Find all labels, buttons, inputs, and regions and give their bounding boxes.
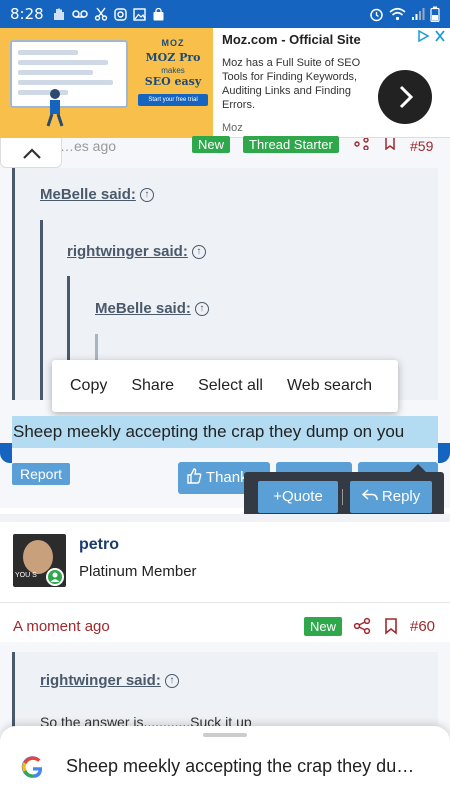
bookmark-icon[interactable] <box>384 138 396 150</box>
report-button[interactable]: Report <box>12 463 70 485</box>
selected-post-text[interactable]: Sheep meekly accepting the crap they dum… <box>12 416 438 448</box>
ad-image-brand: MOZ <box>161 38 185 48</box>
sheet-drag-handle[interactable] <box>203 733 247 737</box>
quote-author-link[interactable]: MeBelle said: ↑ <box>40 186 154 203</box>
reply-arrow-icon <box>361 489 378 501</box>
post-time-partial: …es ago <box>60 138 117 154</box>
username[interactable]: petro <box>79 536 119 554</box>
quote-author-link[interactable]: rightwinger said: ↑ <box>67 243 206 260</box>
arrow-up-circle-icon[interactable]: ↑ <box>194 302 209 317</box>
thumbs-up-icon <box>187 468 202 484</box>
ad-source: Moz <box>222 122 243 134</box>
web-search-menu-item[interactable]: Web search <box>287 377 372 395</box>
adchoices-icon[interactable] <box>417 29 447 43</box>
new-badge: New <box>304 617 343 636</box>
arrow-up-circle-icon[interactable]: ↑ <box>139 188 154 203</box>
ad-title[interactable]: Moz.com - Official Site <box>222 32 361 47</box>
ad-choices-icons[interactable] <box>417 29 447 46</box>
google-icon <box>21 756 43 778</box>
online-status-icon <box>46 568 64 586</box>
post-divider <box>0 514 450 522</box>
ad-description[interactable]: Moz has a Full Suite of SEO Tools for Fi… <box>222 56 382 112</box>
reply-button[interactable]: Reply <box>350 481 432 513</box>
bookmark-icon[interactable] <box>382 617 400 635</box>
ad-image[interactable]: MOZ MOZ Pro makes SEO easy Start your fr… <box>0 28 213 138</box>
share-icon[interactable] <box>354 138 370 150</box>
text-selection-menu: Copy Share Select all Web search <box>52 360 398 412</box>
quote-author-link[interactable]: rightwinger said: ↑ <box>40 672 179 689</box>
ad-person-illustration <box>46 89 64 127</box>
user-card: YOU S petro Platinum Member <box>0 522 450 602</box>
avatar-caption: YOU S <box>15 572 37 579</box>
google-search-query[interactable]: Sheep meekly accepting the crap they du… <box>66 756 414 777</box>
ad-image-cta[interactable]: Start your free trial <box>138 94 208 106</box>
alarm-icon <box>370 8 383 21</box>
chevron-right-icon <box>399 85 414 109</box>
share-menu-item[interactable]: Share <box>131 377 174 395</box>
instagram-icon <box>113 7 127 21</box>
quote-button[interactable]: +Quote <box>258 481 338 513</box>
ad-image-tagline: SEO easy <box>144 75 202 88</box>
post-meta-bar: A moment ago New #60 <box>0 602 450 642</box>
thread-starter-badge: Thread Starter <box>243 136 339 153</box>
collapse-ad-button[interactable] <box>0 138 62 168</box>
bag-icon <box>153 7 164 20</box>
copy-menu-item[interactable]: Copy <box>70 377 107 395</box>
wifi-icon <box>389 7 406 21</box>
voicemail-icon <box>71 10 88 18</box>
post-number[interactable]: #59 <box>410 138 433 154</box>
post-number[interactable]: #60 <box>410 618 435 635</box>
new-badge: New <box>192 136 231 153</box>
google-search-sheet[interactable]: Sheep meekly accepting the crap they du… <box>0 726 450 800</box>
user-title: Platinum Member <box>79 563 197 580</box>
ad-image-makes: makes <box>161 66 185 75</box>
arrow-up-circle-icon[interactable]: ↑ <box>164 674 179 689</box>
status-bar: 8:28 <box>0 0 450 28</box>
arrow-up-circle-icon[interactable]: ↑ <box>191 245 206 260</box>
chevron-up-icon <box>23 148 41 159</box>
ad-image-product: MOZ Pro <box>145 51 201 64</box>
hand-icon <box>53 8 64 20</box>
reply-label: Reply <box>381 488 421 505</box>
ad-banner[interactable]: MOZ MOZ Pro makes SEO easy Start your fr… <box>0 28 450 138</box>
selection-handle-start[interactable] <box>0 443 12 463</box>
user-icon <box>50 572 60 582</box>
post-time[interactable]: A moment ago <box>13 618 110 635</box>
image-icon <box>132 7 146 21</box>
quote-author-link[interactable]: MeBelle said: ↑ <box>95 300 209 317</box>
selection-handle-end[interactable] <box>438 443 450 463</box>
select-all-menu-item[interactable]: Select all <box>198 377 263 395</box>
share-icon[interactable] <box>353 617 371 635</box>
post-59: …es ago New Thread Starter #59 MeBelle s… <box>0 136 450 522</box>
status-time: 8:28 <box>10 5 44 23</box>
thread-content: …es ago New Thread Starter #59 MeBelle s… <box>0 136 450 800</box>
signal-icon <box>412 8 425 20</box>
ad-open-button[interactable] <box>378 70 432 124</box>
battery-icon <box>430 6 440 22</box>
scissors-icon <box>94 7 107 21</box>
